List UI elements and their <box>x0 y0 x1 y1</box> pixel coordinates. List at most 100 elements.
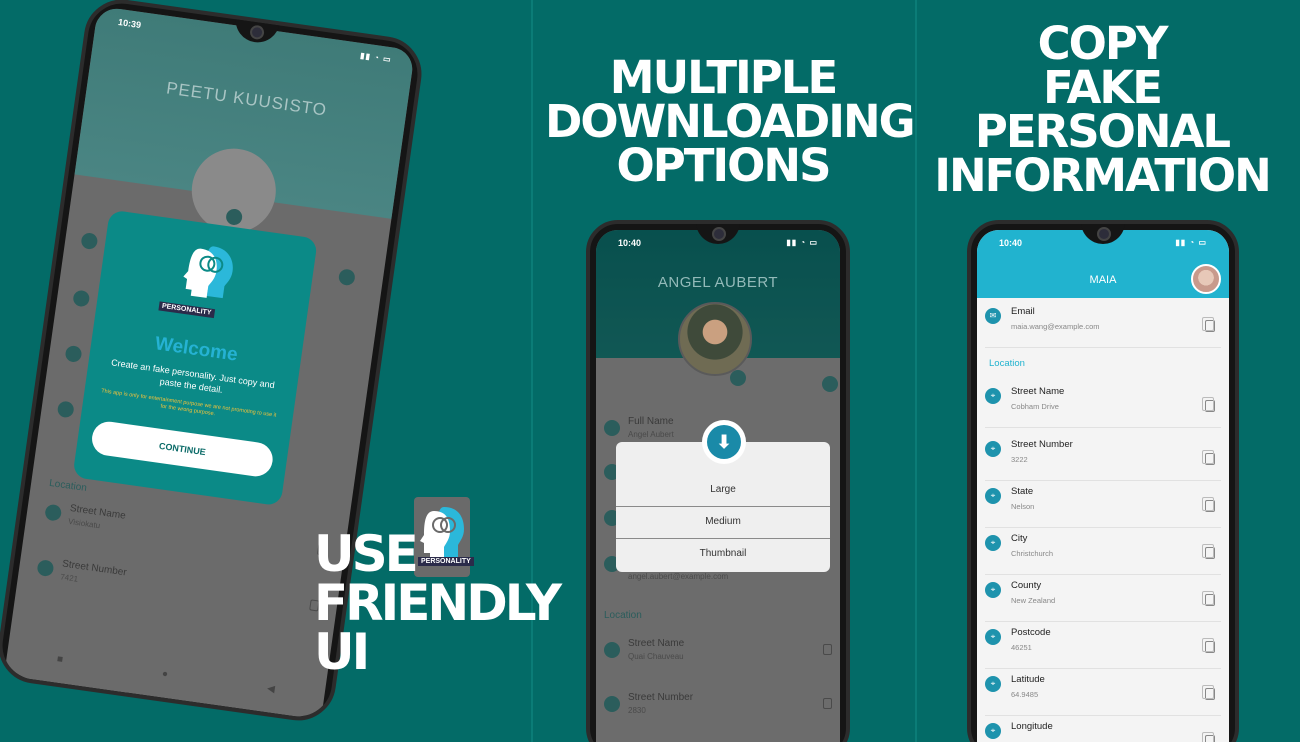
field-row: Street Name Quai Chauveau <box>604 636 832 676</box>
field-label: Street Number <box>1011 439 1073 450</box>
status-time: 10:39 <box>117 16 142 31</box>
section-location: Location <box>48 477 88 495</box>
info-row: ⌖ Postcode 46251 <box>985 625 1221 669</box>
field-value: Quai Chauveau <box>628 652 684 661</box>
field-label: State <box>1011 486 1034 497</box>
headline-line: PERSONAL <box>974 105 1231 159</box>
location-icon: ⌖ <box>985 535 1001 551</box>
field-label: Postcode <box>1011 627 1051 638</box>
headline-line: DOWNLOADING <box>545 95 916 149</box>
field-value: Angel Aubert <box>628 430 674 439</box>
headline-line: USE <box>314 525 419 583</box>
field-value: 7421 <box>59 572 79 584</box>
location-icon: ⌖ <box>985 723 1001 739</box>
field-label: County <box>1011 580 1042 591</box>
phone-mockup-download: 10:40 ▮▮ ◔ ▭ ANGEL AUBERT Full Name Ange… <box>586 220 850 742</box>
info-row: ⌖ Street Name Cobham Drive <box>985 384 1221 428</box>
phone-screen: 10:40 ▮▮ ◔ ▭ MAIA ✉ Email maia.wang@exam… <box>977 230 1229 742</box>
system-nav-bar: ■ ● ◀ <box>7 647 325 702</box>
status-icons: ▮▮ ◔ ▭ <box>786 238 818 247</box>
copy-icon[interactable] <box>1202 544 1215 559</box>
field-value: 64.9485 <box>1011 690 1039 699</box>
copy-icon[interactable] <box>823 644 832 655</box>
avatar <box>678 302 752 376</box>
field-value: Christchurch <box>1011 549 1054 558</box>
email-icon: ✉ <box>985 308 1001 324</box>
status-time: 10:40 <box>999 238 1023 248</box>
refresh-icon[interactable] <box>337 268 356 287</box>
copy-icon[interactable] <box>1202 397 1215 412</box>
info-row: ⌖ City Christchurch <box>985 531 1221 575</box>
copy-icon[interactable] <box>823 698 832 709</box>
back-icon[interactable]: ◀ <box>266 683 275 695</box>
headline-multiple-downloading-options: MULTIPLE DOWNLOADING OPTIONS <box>545 51 916 193</box>
section-location: Location <box>604 610 642 621</box>
field-label: City <box>1011 533 1028 544</box>
headline-line: UI <box>314 623 370 681</box>
location-icon: ⌖ <box>985 629 1001 645</box>
info-row: ⌖ County New Zealand <box>985 578 1221 622</box>
field-label: Full Name <box>628 416 674 427</box>
field-value: Visiokatu <box>67 516 101 531</box>
panel-divider-right <box>915 0 917 742</box>
field-label: Email <box>1011 306 1035 317</box>
field-value: 2830 <box>628 706 646 715</box>
headline-line: COPY <box>1037 17 1169 70</box>
headline-line: OPTIONS <box>616 139 832 193</box>
field-label: Longitude <box>1011 721 1053 732</box>
location-icon: ⌖ <box>985 488 1001 504</box>
welcome-dialog: PERSONALITY Welcome Create an fake perso… <box>72 209 318 507</box>
copy-icon[interactable] <box>1202 591 1215 606</box>
headline-line: FAKE <box>1042 61 1163 115</box>
continue-button[interactable]: CONTINUE <box>89 419 275 479</box>
copy-icon[interactable] <box>1202 497 1215 512</box>
location-icon: ⌖ <box>985 676 1001 692</box>
phone-icon <box>64 344 83 363</box>
field-value: New Zealand <box>1011 596 1056 605</box>
location-icon: ⌖ <box>985 388 1001 404</box>
field-label: Street Number <box>628 692 694 703</box>
copy-icon[interactable] <box>1202 450 1215 465</box>
download-option-medium[interactable]: Medium <box>616 506 830 538</box>
field-value: 3222 <box>1011 455 1028 464</box>
recents-icon[interactable]: ■ <box>56 654 64 666</box>
field-label: Latitude <box>1011 674 1045 685</box>
info-row-email: ✉ Email maia.wang@example.com <box>985 304 1221 348</box>
avatar[interactable] <box>1191 264 1221 294</box>
download-badge: ⬇ <box>702 420 746 464</box>
copy-icon[interactable] <box>1202 317 1215 332</box>
location-icon <box>604 642 620 658</box>
download-option-large[interactable]: Large <box>616 474 830 506</box>
personality-logo-icon <box>183 246 233 299</box>
copy-icon[interactable] <box>1202 638 1215 653</box>
status-icons: ▮▮ ◔ ▭ <box>1175 238 1207 247</box>
location-icon: ⌖ <box>985 441 1001 457</box>
phone-screen: 10:40 ▮▮ ◔ ▭ ANGEL AUBERT Full Name Ange… <box>596 230 840 742</box>
download-options-dialog: ⬇ Large Medium Thumbnail <box>616 420 830 572</box>
location-icon <box>36 559 55 578</box>
section-location: Location <box>989 358 1025 369</box>
headline-line: INFORMATION <box>934 149 1272 203</box>
status-time: 10:40 <box>618 238 642 248</box>
headline-line: MULTIPLE <box>609 51 838 104</box>
copy-icon[interactable] <box>1202 685 1215 700</box>
headline-line: FRIENDLY <box>314 574 562 632</box>
download-icon[interactable] <box>730 370 746 386</box>
location-icon <box>44 503 63 522</box>
info-row: ⌖ Street Number 3222 <box>985 437 1221 481</box>
download-option-thumbnail[interactable]: Thumbnail <box>616 538 830 570</box>
field-label: Street Name <box>1011 386 1065 397</box>
info-row: ⌖ State Nelson <box>985 484 1221 528</box>
calendar-icon <box>72 289 91 308</box>
headline-use-friendly-ui: USE FRIENDLY UI <box>314 525 562 681</box>
copy-icon[interactable] <box>1202 732 1215 742</box>
field-row: Street Number 2830 <box>604 690 832 730</box>
refresh-icon[interactable] <box>822 376 838 392</box>
download-icon: ⬇ <box>707 425 741 459</box>
user-icon <box>80 232 99 251</box>
location-icon: ⌖ <box>985 582 1001 598</box>
home-icon[interactable]: ● <box>161 668 169 680</box>
phone-mockup-copy: 10:40 ▮▮ ◔ ▭ MAIA ✉ Email maia.wang@exam… <box>967 220 1239 742</box>
profile-name: ANGEL AUBERT <box>657 274 779 291</box>
info-row: ⌖ Longitude <box>985 719 1221 742</box>
